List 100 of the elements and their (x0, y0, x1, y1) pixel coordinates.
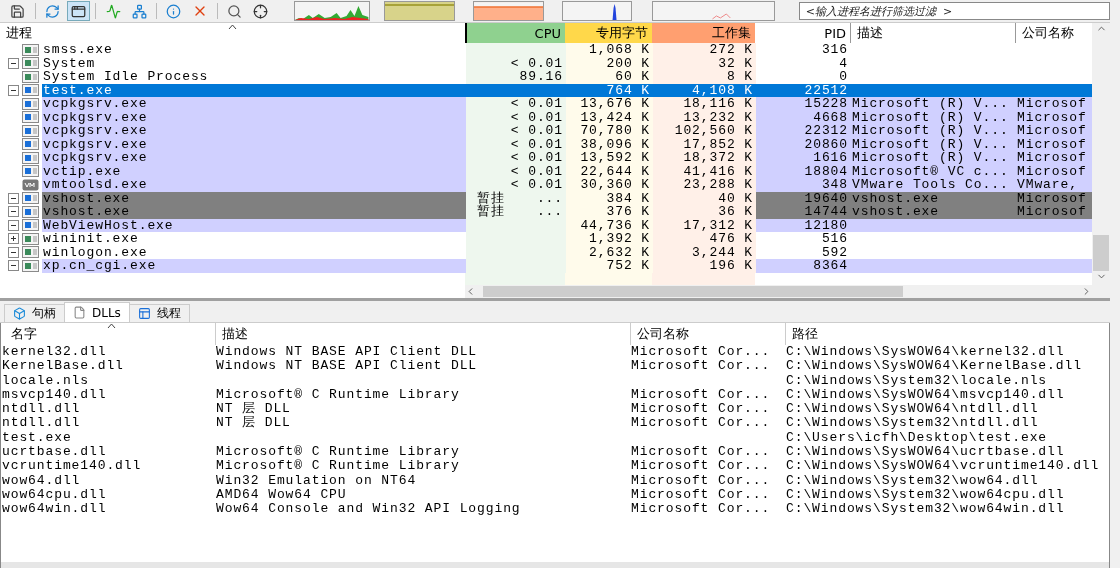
tab[interactable]: DLLs (64, 302, 130, 322)
dll-path: C:\Users\icfh\Desktop\test.exe (786, 430, 1048, 446)
collapse-icon[interactable] (8, 246, 19, 258)
dll-name: vcruntime140.dll (2, 459, 142, 474)
column-header[interactable]: PID (824, 25, 846, 41)
process-description: Microsoft (R) V... (852, 151, 1009, 165)
dll-description: AMD64 Wow64 CPU (216, 487, 347, 503)
private-bytes: 376 K (606, 205, 650, 219)
process-id: 22512 (804, 83, 848, 97)
process-id: 20860 (804, 137, 848, 151)
process-id: 12180 (804, 218, 848, 232)
collapse-icon[interactable] (8, 260, 19, 272)
dll-name: locale.nls (2, 373, 89, 388)
company-name: Microsoft Cor... (631, 402, 771, 417)
process-row[interactable]: vcpkgsrv.exe < 0.01 13,676 K 18,116 K 15228 Microsoft (R) V... Microsof (0, 97, 1092, 111)
horizontal-scrollbar[interactable] (465, 285, 1092, 298)
dll-description: Microsoft® C Runtime Library (216, 387, 460, 402)
working-set: 102,560 K (674, 124, 753, 138)
vm-icon (22, 178, 39, 191)
process-row[interactable]: vcpkgsrv.exe < 0.01 13,592 K 18,372 K 1616 Microsoft (R) V... Microsof (0, 151, 1092, 165)
private-bytes: 1,068 K (589, 43, 650, 57)
sort-caret-icon (107, 323, 116, 329)
private-bytes: 13,424 K (580, 110, 650, 124)
dll-path: C:\Windows\SysWOW64\ucrtbase.dll (786, 445, 1065, 460)
process-row[interactable]: vcpkgsrv.exe < 0.01 70,780 K 102,560 K 22312 Microsoft (R) V... Microsof (0, 124, 1092, 138)
dll-name: ucrtbase.dll (2, 445, 107, 460)
process-description: Microsoft (R) V... (852, 110, 1009, 124)
dll-name: ntdll.dll (2, 416, 81, 431)
column-header[interactable]: 名字 (7, 325, 37, 343)
collapse-icon[interactable] (8, 192, 19, 204)
process-row[interactable]: vshost.exe 暂挂 ... 376 K 36 K 14744 vshost.exe Microsof (0, 205, 1092, 219)
process-name: System Idle Process (43, 69, 209, 84)
column-header[interactable]: 公司名称 (1022, 24, 1074, 42)
window-icon (22, 97, 39, 110)
process-id: 18804 (804, 164, 848, 178)
working-set: 3,244 K (692, 245, 753, 259)
window-icon (22, 111, 39, 124)
expand-icon[interactable] (8, 233, 19, 245)
window-icon (71, 3, 86, 19)
window-icon (22, 165, 39, 178)
filter-field[interactable]: <输入进程名进行筛选过滤 > (798, 2, 1110, 20)
scrollbar-thumb[interactable] (1093, 235, 1109, 271)
vertical-scrollbar[interactable] (1092, 23, 1110, 298)
private-bytes: 752 K (606, 259, 650, 273)
column-header[interactable]: 进程 (6, 24, 32, 42)
collapse-icon[interactable] (8, 57, 19, 69)
column-header[interactable]: 描述 (222, 325, 248, 343)
window-icon (22, 70, 39, 83)
working-set: 4,108 K (692, 83, 753, 97)
process-name: vshost.exe (43, 190, 130, 206)
info-icon (166, 3, 182, 19)
process-name: vctip.exe (43, 163, 122, 179)
collapse-icon[interactable] (8, 219, 19, 231)
process-id: 316 (821, 43, 848, 57)
company-name: Microsoft Cor... (631, 459, 771, 474)
cpu-usage: ... (536, 205, 563, 219)
process-id: 592 (821, 245, 848, 259)
dll-description: Windows NT BASE API Client DLL (216, 359, 478, 374)
working-set: 17,852 K (683, 137, 753, 151)
collapse-icon[interactable] (8, 206, 19, 218)
private-bytes: 30,360 K (580, 178, 650, 192)
private-bytes: 2,632 K (589, 245, 650, 259)
window-view-button[interactable] (66, 1, 91, 21)
working-set: 17,312 K (683, 218, 753, 232)
process-id: 516 (821, 232, 848, 246)
window-icon (22, 259, 39, 272)
company-name: Microsoft Cor... (631, 416, 771, 431)
column-header[interactable]: 公司名称 (637, 325, 689, 343)
process-name: vmtoolsd.exe (43, 177, 148, 192)
dll-description: Windows NT BASE API Client DLL (216, 345, 478, 360)
window-icon (22, 57, 39, 70)
process-name: vcpkgsrv.exe (43, 136, 148, 152)
process-name: smss.exe (43, 42, 113, 57)
dll-name: kernel32.dll (2, 345, 107, 360)
tab[interactable]: 句柄 (4, 304, 65, 322)
dll-name: msvcp140.dll (2, 387, 107, 403)
cpu-usage: < 0.01 (510, 137, 563, 151)
cpu-usage: < 0.01 (510, 110, 563, 124)
working-set: 13,232 K (683, 110, 753, 124)
process-id: 4 (839, 56, 848, 70)
dll-name: KernelBase.dll (2, 359, 124, 374)
process-row[interactable]: vmtoolsd.exe < 0.01 30,360 K 23,288 K 348 VMware Tools Co... VMware, (0, 178, 1092, 192)
process-status: 暂挂 (476, 205, 505, 219)
cpu-usage: ... (536, 191, 563, 205)
window-icon (22, 138, 39, 151)
tab[interactable]: 线程 (128, 304, 190, 322)
scrollbar-thumb[interactable] (483, 286, 903, 297)
process-name: wininit.exe (43, 231, 139, 246)
column-header[interactable]: 描述 (857, 24, 883, 42)
process-name: vcpkgsrv.exe (43, 109, 148, 125)
column-header[interactable]: 路径 (792, 325, 818, 343)
dll-path: C:\Windows\System32\wow64.dll (786, 473, 1039, 488)
private-bytes: 22,644 K (580, 164, 650, 178)
collapse-icon[interactable] (8, 84, 19, 96)
dll-name: wow64cpu.dll (2, 487, 107, 503)
private-bytes: 384 K (606, 191, 650, 205)
private-bytes: 1,392 K (589, 232, 650, 246)
working-set: 18,372 K (683, 151, 753, 165)
process-row[interactable]: xp.cn_cgi.exe 752 K 196 K 8364 (0, 259, 1092, 273)
window-icon (22, 84, 39, 97)
